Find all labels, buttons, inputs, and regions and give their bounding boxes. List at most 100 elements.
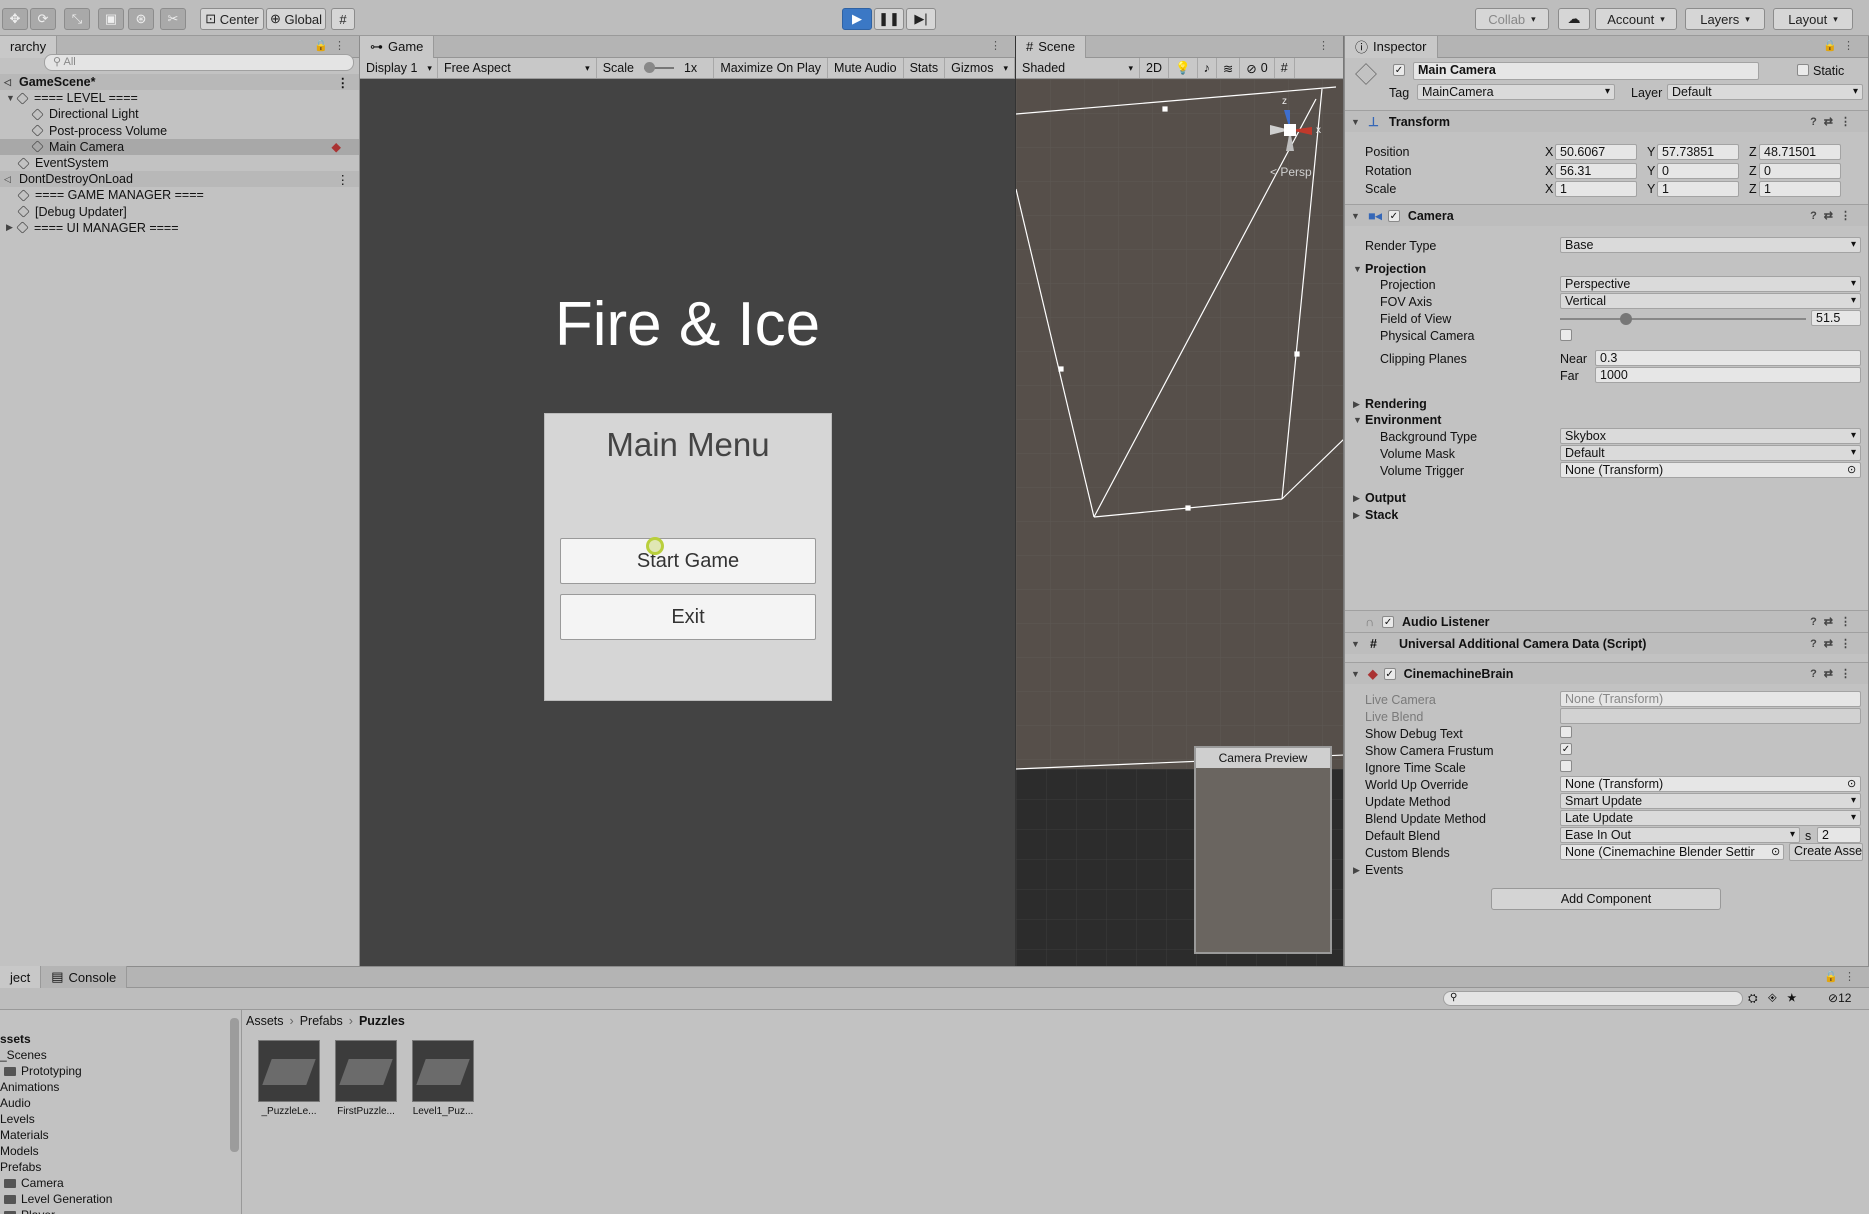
aspect-dropdown[interactable]: Free Aspect▾ [438,58,597,78]
pivot-center-button[interactable]: ⊡ Center [200,8,264,30]
create-asset-button[interactable]: Create Asset [1789,843,1863,861]
object-name-field[interactable]: Main Camera [1413,62,1759,80]
blend-time-field[interactable]: 2 [1817,827,1861,843]
step-button[interactable]: ▶| [906,8,936,30]
show-camera-frustum-checkbox[interactable]: ✓ [1560,743,1572,755]
row-menu-icon[interactable]: ⋮ [337,75,350,90]
panel-lock-icon[interactable]: 🔒⋮ [314,39,351,52]
audio-listener-header[interactable]: ∩ ✓ Audio Listener ?⇄⋮ [1345,610,1868,632]
collab-dropdown[interactable]: Collab▾ [1475,8,1549,30]
project-folder-row[interactable]: Models [0,1144,39,1158]
project-folder-row[interactable]: Prototyping [4,1064,82,1078]
camera-enabled-checkbox[interactable]: ✓ [1388,210,1400,222]
custom-blends-field[interactable]: None (Cinemachine Blender Settir [1560,844,1784,860]
component-menu-icon[interactable]: ?⇄⋮ [1810,637,1858,650]
tab-scene[interactable]: #Scene [1016,36,1086,58]
ignore-time-scale-checkbox[interactable] [1560,760,1572,772]
volume-trigger-field[interactable]: None (Transform) [1560,462,1861,478]
tag-dropdown[interactable]: MainCamera [1417,84,1615,100]
hierarchy-row[interactable]: Main Camera◆ [0,139,359,155]
component-menu-icon[interactable]: ?⇄⋮ [1810,615,1858,628]
project-folder-row[interactable]: Prefabs [0,1160,41,1174]
chevron-right-icon[interactable]: ▶ [1353,493,1364,504]
camera-header[interactable]: ▼ ■◂ ✓ Camera ?⇄⋮ [1345,204,1868,226]
scene-grid-toggle[interactable]: # [1275,58,1295,78]
hierarchy-search-input[interactable]: ⚲ All [44,54,354,71]
project-folder-row[interactable]: _Scenes [0,1048,47,1062]
transform-scl-x-field[interactable]: 1 [1555,181,1637,197]
static-checkbox[interactable] [1797,64,1809,76]
render-type-dropdown[interactable]: Base [1560,237,1861,253]
object-picker-icon[interactable]: ⊙ [1771,845,1780,858]
default-blend-dropdown[interactable]: Ease In Out [1560,827,1800,843]
fov-field[interactable]: 51.5 [1811,310,1861,326]
project-filter-icons[interactable]: ⛭◈★ [1748,991,1807,1006]
lighting-icon[interactable]: 💡 [1169,58,1198,78]
stats-toggle[interactable]: Stats [904,58,946,78]
shading-dropdown[interactable]: Shaded▾ [1016,58,1140,78]
cinemachine-brain-header[interactable]: ▼ ◆ ✓ CinemachineBrain ?⇄⋮ [1345,662,1868,684]
project-folder-row[interactable]: ssets [0,1032,31,1046]
transform-pos-z-field[interactable]: 48.71501 [1759,144,1841,160]
tree-scrollbar[interactable] [230,1018,239,1152]
live-camera-field[interactable]: None (Transform) [1560,691,1861,707]
tab-inspector[interactable]: ⓘInspector [1345,36,1438,58]
tab-console[interactable]: ▤Console [41,966,127,988]
project-folder-row[interactable]: Player [4,1208,55,1214]
project-folder-row[interactable]: Camera [4,1176,64,1190]
hierarchy-row[interactable]: Post-process Volume [0,123,359,139]
transform-rot-z-field[interactable]: 0 [1759,163,1841,179]
prefab-thumbnail[interactable] [335,1040,397,1102]
play-button[interactable]: ▶ [842,8,872,30]
persp-label[interactable]: < Persp [1270,165,1312,179]
cloud-icon[interactable]: ☁ [1558,8,1590,30]
component-menu-icon[interactable]: ?⇄⋮ [1810,667,1858,680]
project-folder-row[interactable]: Materials [0,1128,49,1142]
scale-thumb[interactable] [644,62,655,73]
transform-pos-x-field[interactable]: 50.6067 [1555,144,1637,160]
rotate-tool-icon[interactable]: ⟳ [30,8,56,30]
pause-button[interactable]: ❚❚ [874,8,904,30]
chevron-right-icon[interactable]: ▶ [1353,510,1364,521]
prefab-thumbnail[interactable] [412,1040,474,1102]
chevron-right-icon[interactable]: ▶ [1353,865,1364,876]
maximize-on-play-toggle[interactable]: Maximize On Play [714,58,828,78]
tab-game[interactable]: ⊶Game [360,36,434,58]
hand-tool-icon[interactable]: ✥ [2,8,28,30]
urp-camera-data-header[interactable]: ▼ # Universal Additional Camera Data (Sc… [1345,632,1868,654]
breadcrumb-item[interactable]: Prefabs [300,1014,343,1028]
start-game-button[interactable]: Start Game [560,538,816,584]
chevron-down-icon[interactable]: ▼ [1353,264,1364,274]
fov-slider-track[interactable] [1560,318,1806,320]
component-menu-icon[interactable]: ?⇄⋮ [1810,115,1858,128]
game-menu-icon[interactable]: ⋮ [990,39,1007,52]
custom-tool-icon[interactable]: ✂ [160,8,186,30]
project-folder-row[interactable]: Levels [0,1112,35,1126]
scene-menu-icon[interactable]: ⋮ [1318,39,1335,52]
far-field[interactable]: 1000 [1595,367,1861,383]
transform-rot-x-field[interactable]: 56.31 [1555,163,1637,179]
2d-toggle[interactable]: 2D [1140,58,1169,78]
scale-slider[interactable]: Scale1x [597,58,715,78]
chevron-down-icon[interactable]: ▼ [1353,415,1364,425]
effects-icon[interactable]: ≋ [1217,58,1240,78]
transform-scl-y-field[interactable]: 1 [1657,181,1739,197]
hidden-packages-toggle[interactable]: ⊘12 [1828,991,1851,1005]
game-viewport[interactable]: Fire & Ice Main Menu Start Game Exit [360,79,1015,966]
hierarchy-row[interactable]: ◁DontDestroyOnLoad⋮ [0,171,359,187]
grid-snap-icon[interactable]: # [331,8,355,30]
hidden-objects-toggle[interactable]: ⊘0 [1240,58,1274,78]
object-picker-icon[interactable]: ⊙ [1847,777,1856,790]
breadcrumb-item[interactable]: Assets [246,1014,284,1028]
fov-axis-dropdown[interactable]: Vertical [1560,293,1861,309]
physical-camera-checkbox[interactable] [1560,329,1572,341]
object-picker-icon[interactable]: ⊙ [1847,463,1856,476]
rect-tool-icon[interactable]: ▣ [98,8,124,30]
hierarchy-row[interactable]: [Debug Updater] [0,204,359,220]
show-debug-text-checkbox[interactable] [1560,726,1572,738]
project-folder-row[interactable]: Audio [0,1096,31,1110]
fov-slider-thumb[interactable] [1620,313,1632,325]
active-checkbox[interactable]: ✓ [1393,64,1405,76]
layers-dropdown[interactable]: Layers▾ [1685,8,1765,30]
hierarchy-row[interactable]: EventSystem [0,155,359,171]
